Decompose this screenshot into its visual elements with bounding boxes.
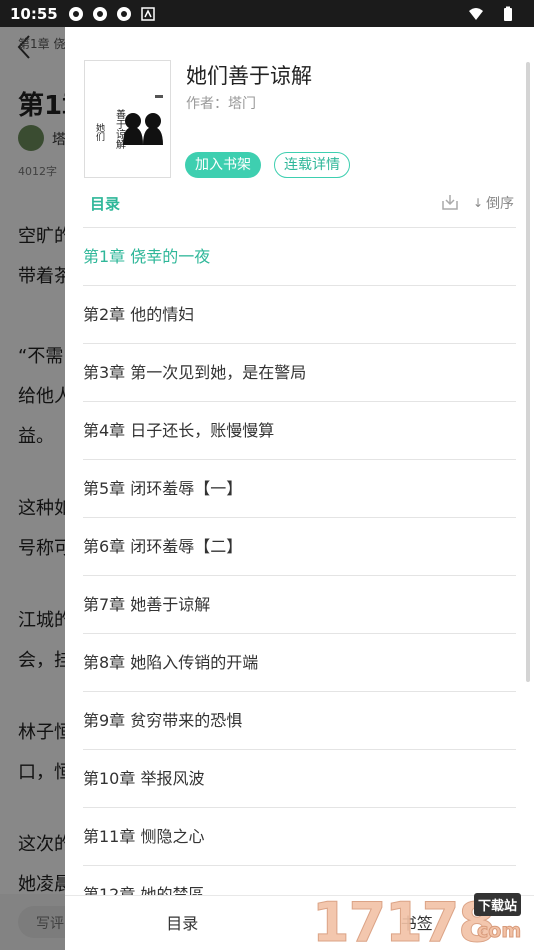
status-bar: 10:55 [0,0,534,27]
author-label: 作者： [186,96,228,112]
notification-icon [68,6,83,21]
chapter-item[interactable]: 第8章 她陷入传销的开端 [83,634,516,692]
cover-side-text: 她们 [94,122,105,142]
watermark-suffix: com [476,920,522,943]
book-cover-art: 善于谅解 她们 [85,61,170,177]
book-author: 作者：塔门 [186,93,256,113]
catalog-drawer: 善于谅解 她们 她们善于谅解 作者：塔门 加入书架 连载详情 目录 ↓ 倒序 第… [65,27,534,950]
reverse-order-label: 倒序 [486,196,515,212]
serial-detail-button[interactable]: 连载详情 [274,152,350,178]
notification-icon [116,6,131,21]
watermark-digits: 17178 [312,891,497,950]
chapter-item[interactable]: 第5章 闭环羞辱【一】 [83,460,516,518]
add-to-shelf-button[interactable]: 加入书架 [185,152,261,178]
chapter-item[interactable]: 第10章 举报风波 [83,750,516,808]
chapter-item[interactable]: 第3章 第一次见到她，是在警局 [83,344,516,402]
toc-heading: 目录 [90,195,121,213]
tab-toc[interactable]: 目录 [65,896,300,950]
book-title: 她们善于谅解 [186,64,312,88]
chapter-item[interactable]: 第11章 恻隐之心 [83,808,516,866]
wifi-icon [469,7,483,20]
chapter-item[interactable]: 第2章 他的情妇 [83,286,516,344]
app-notification-icon [141,6,155,21]
watermark-badge: 下载站 [474,893,522,916]
battery-icon [504,6,512,21]
scrollbar[interactable] [526,62,530,682]
book-cover: 善于谅解 她们 [84,60,171,178]
download-icon[interactable] [440,192,460,212]
author-name: 塔门 [228,96,256,112]
chapter-item[interactable]: 第1章 侥幸的一夜 [83,228,516,286]
chapter-item[interactable]: 第6章 闭环羞辱【二】 [83,518,516,576]
reverse-order-button[interactable]: ↓ 倒序 [473,193,514,213]
notification-icon [92,6,107,21]
status-time: 10:55 [10,4,58,23]
chapter-item[interactable]: 第9章 贫穷带来的恐惧 [83,692,516,750]
sort-arrow-icon: ↓ [473,196,484,210]
chapter-item[interactable]: 第7章 她善于谅解 [83,576,516,634]
chapter-list: 第1章 侥幸的一夜 第2章 他的情妇 第3章 第一次见到她，是在警局 第4章 日子还长… [83,228,516,924]
site-watermark-logo: 17178 下载站 com [312,890,534,950]
chapter-item[interactable]: 第4章 日子还长，账慢慢算 [83,402,516,460]
